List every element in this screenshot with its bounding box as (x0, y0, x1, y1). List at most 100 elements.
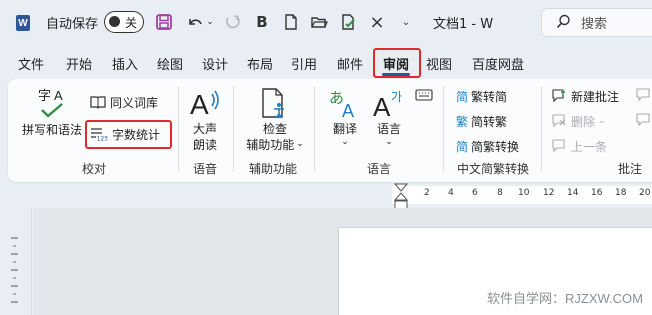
redo-icon[interactable] (221, 11, 243, 33)
read-aloud-button-line2[interactable]: 朗读 (186, 136, 224, 152)
traditional-to-simplified-button[interactable]: 简 繁转简 (456, 87, 507, 105)
autosave-label: 自动保存 (46, 16, 99, 32)
simplified-to-traditional-label: 简转繁 (471, 114, 508, 129)
read-aloud-icon: A (188, 86, 222, 120)
word-count-button[interactable]: 123 字数统计 (90, 125, 160, 143)
check-icon[interactable] (337, 11, 359, 33)
ruler-number: 14 (567, 188, 579, 198)
group-separator (233, 86, 234, 172)
autosave-toggle[interactable]: 关 (104, 11, 144, 33)
ruler-number: 12 (543, 188, 555, 198)
previous-comment-button[interactable]: 上一条 (552, 137, 607, 155)
tab-review[interactable]: 审阅 (377, 50, 415, 76)
group-separator (314, 86, 315, 172)
language-dropdown-icon[interactable]: ⌄ (370, 136, 408, 148)
indent-marker-icon[interactable] (394, 183, 408, 211)
group-separator (178, 86, 179, 172)
title-bar: W 自动保存 关 ⌄ B × ⌄ 文档1 - W 搜索 (0, 0, 652, 44)
simplified-to-traditional-button[interactable]: 繁 简转繁 (456, 112, 507, 130)
accessibility-group-label: 辅助功能 (248, 162, 297, 176)
svg-text:A: A (54, 88, 63, 103)
read-aloud-button[interactable]: 大声 (186, 120, 224, 136)
svg-text:A: A (342, 101, 354, 120)
tab-layout[interactable]: 布局 (247, 50, 273, 76)
svg-text:A: A (373, 92, 391, 120)
translate-button[interactable]: 翻译 (326, 120, 364, 136)
language-icon: A 가 (372, 86, 406, 120)
translate-dropdown-icon[interactable]: ⌄ (326, 136, 364, 148)
watermark-text: 软件自学网：RJZXW.COM (487, 291, 643, 306)
tab-home[interactable]: 开始 (66, 50, 92, 76)
check-accessibility-button[interactable]: 检查 (240, 120, 310, 136)
tab-draw[interactable]: 绘图 (157, 50, 183, 76)
svg-text:123: 123 (97, 136, 109, 142)
tab-references[interactable]: 引用 (291, 50, 317, 76)
chevron-down-icon: ⌄ (598, 116, 606, 126)
proofing-group-label: 校对 (81, 162, 106, 176)
tab-view[interactable]: 视图 (426, 50, 452, 76)
ruler-number: 20 (639, 188, 651, 198)
tab-insert[interactable]: 插入 (112, 50, 138, 76)
toggle-state-label: 关 (125, 16, 138, 30)
thesaurus-button[interactable]: 同义词库 (90, 93, 158, 111)
comments-group-label: 批注 (617, 162, 642, 176)
previous-comment-icon (552, 139, 567, 153)
language-group-label: 语言 (366, 162, 391, 176)
traditional-to-simplified-icon: 简 (456, 89, 469, 104)
tab-mailings[interactable]: 邮件 (337, 50, 363, 76)
svg-text:字: 字 (38, 89, 51, 104)
delete-comment-label: 删除 (571, 114, 596, 129)
delete-comment-icon (552, 114, 567, 128)
tab-design[interactable]: 设计 (202, 50, 228, 76)
traditional-to-simplified-label: 繁转简 (471, 89, 508, 104)
save-icon[interactable] (153, 11, 175, 33)
document-title: 文档1 - W (433, 16, 494, 32)
vertical-ruler[interactable] (0, 208, 32, 315)
book-icon (90, 95, 106, 109)
check-accessibility-button-line2[interactable]: 辅助功能 ⌄ (240, 136, 310, 152)
speech-group-label: 语音 (192, 162, 217, 176)
simplified-to-traditional-icon: 繁 (456, 114, 469, 129)
show-comments-icon[interactable] (636, 112, 650, 128)
search-input[interactable]: 搜索 (541, 8, 652, 37)
word-count-icon: 123 (90, 127, 108, 141)
language-button[interactable]: 语言 (370, 120, 408, 136)
keyboard-icon[interactable] (414, 88, 434, 102)
bold-icon[interactable]: B (251, 11, 273, 33)
previous-comment-label: 上一条 (571, 139, 608, 154)
check-accessibility-label: 辅助功能 (246, 137, 295, 152)
ruler-number: 6 (472, 188, 478, 198)
thesaurus-label: 同义词库 (110, 95, 159, 110)
undo-icon[interactable] (184, 11, 206, 33)
ruler-number: 16 (591, 188, 603, 198)
accessibility-check-icon (257, 86, 291, 120)
close-icon[interactable]: × (366, 11, 388, 33)
more-icon[interactable]: ⌄ (395, 11, 417, 33)
new-comment-button[interactable]: 新建批注 (552, 87, 619, 105)
group-separator (443, 86, 444, 172)
chinese-conversion-group-label: 中文简繁转换 (456, 162, 529, 176)
search-placeholder: 搜索 (581, 17, 608, 32)
spelling-grammar-icon: 字 A (36, 86, 70, 120)
spelling-grammar-button[interactable]: 拼写和语法 (16, 120, 88, 138)
translate-icon: あ A (328, 86, 362, 120)
new-comment-label: 新建批注 (571, 89, 620, 104)
ruler-number: 4 (448, 188, 454, 198)
tab-file[interactable]: 文件 (18, 50, 44, 76)
chinese-conversion-button[interactable]: 简 简繁转换 (456, 137, 519, 155)
chevron-down-icon: ⌄ (296, 139, 304, 149)
new-doc-icon[interactable] (280, 11, 302, 33)
new-comment-icon (552, 89, 567, 103)
open-folder-icon[interactable] (308, 11, 330, 33)
undo-dropdown-icon[interactable]: ⌄ (204, 11, 216, 33)
ruler-number: 18 (615, 188, 627, 198)
svg-text:A: A (190, 89, 209, 120)
ruler-number: 8 (497, 188, 503, 198)
chinese-conversion-icon: 简 (456, 139, 469, 154)
ruler-number: 2 (424, 188, 430, 198)
next-comment-icon[interactable] (636, 87, 650, 103)
chinese-conversion-label: 简繁转换 (471, 139, 520, 154)
word-count-label: 字数统计 (112, 127, 161, 142)
delete-comment-button[interactable]: 删除 ⌄ (552, 112, 606, 130)
tab-baidu-netdisk[interactable]: 百度网盘 (472, 50, 524, 76)
